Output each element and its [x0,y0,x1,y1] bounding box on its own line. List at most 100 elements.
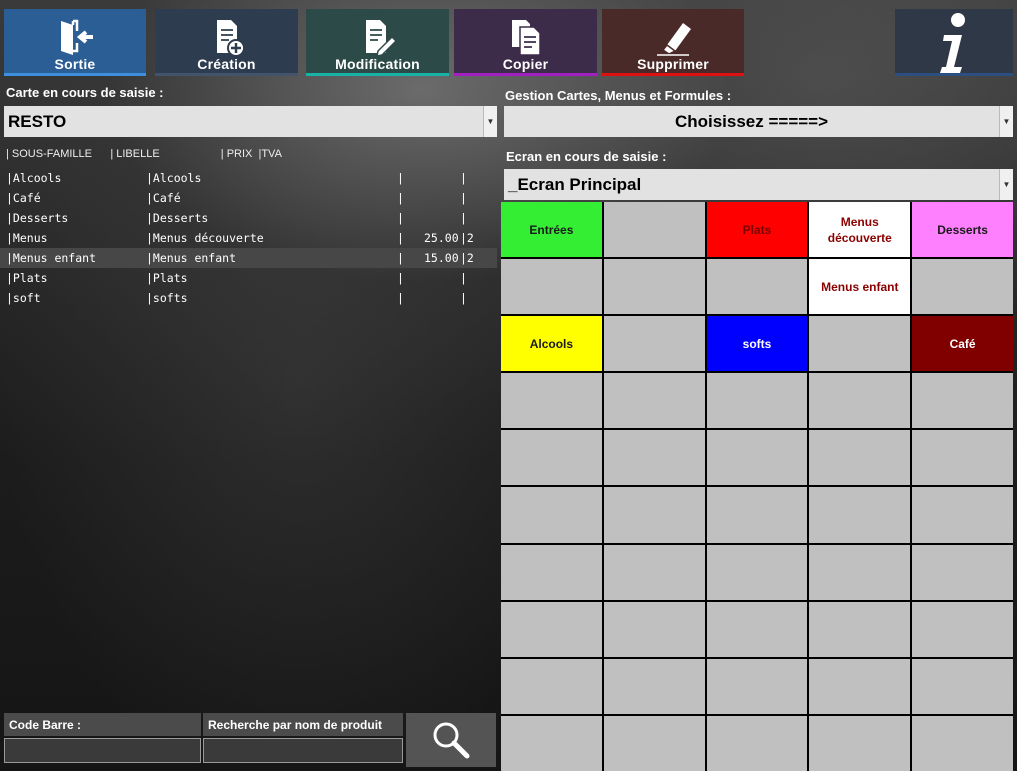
libelle-cell: |Café [146,191,181,205]
grid-cell-empty[interactable] [912,430,1013,486]
grid-cell-empty[interactable] [809,658,911,714]
sous-famille-cell: |Plats [6,271,48,285]
search-button[interactable] [406,713,496,767]
grid-cell-empty[interactable] [706,601,808,657]
grid-cell-empty[interactable] [603,658,705,714]
grid-button[interactable]: Desserts [912,202,1013,258]
product-list: |Alcools |Alcools | | |Café |Café | | |Desserts |… [0,168,497,308]
grid-cell-empty[interactable] [706,658,808,714]
grid-cell-empty[interactable] [912,259,1013,315]
grid-cell-empty[interactable] [603,601,705,657]
libelle-cell: |Menus enfant [146,251,237,265]
table-row[interactable]: |Menus |Menus découverte | 25.00 |2 [0,228,497,248]
chevron-down-icon[interactable]: ▼ [999,106,1013,137]
separator-cell: | [397,211,404,225]
grid-cell-empty[interactable] [501,373,602,429]
grid-cell-empty[interactable] [501,715,602,771]
grid-cell-empty[interactable] [501,601,602,657]
grid-cell-empty[interactable] [501,658,602,714]
grid-cell-empty[interactable] [603,715,705,771]
grid-cell-empty[interactable] [809,715,911,771]
sous-famille-cell: |Café [6,191,41,205]
grid-cell-empty[interactable] [603,259,705,315]
separator-cell: | [397,251,404,265]
copier-button[interactable]: Copier [454,9,597,76]
grid-button[interactable]: Alcools [501,316,602,372]
ecran-select[interactable]: _Ecran Principal ▼ [504,169,1013,200]
grid-cell-empty[interactable] [603,544,705,600]
grid-cell-empty[interactable] [603,373,705,429]
tva-cell: | [460,191,467,205]
supprimer-accent-bar [602,73,744,76]
info-icon [932,11,976,82]
grid-cell-empty[interactable] [501,430,602,486]
tva-cell: | [460,291,467,305]
grid-cell-empty[interactable] [912,544,1013,600]
sous-famille-cell: |Menus enfant [6,251,97,265]
table-row[interactable]: |Alcools |Alcools | | [0,168,497,188]
carte-value: RESTO [8,111,67,131]
modification-button[interactable]: Modification [306,9,449,76]
ecran-value: _Ecran Principal [508,174,642,194]
grid-cell-empty[interactable] [603,430,705,486]
copier-accent-bar [454,73,597,76]
gestion-select[interactable]: Choisissez =====> ▼ [504,106,1013,137]
code-barre-field: Code Barre : [4,713,201,767]
sortie-accent-bar [4,73,146,76]
grid-cell-empty[interactable] [809,430,911,486]
grid-cell-empty[interactable] [912,487,1013,543]
grid-cell-empty[interactable] [912,373,1013,429]
sous-famille-cell: |Menus [6,231,48,245]
creation-button[interactable]: Création [155,9,298,76]
grid-button[interactable]: Menus découverte [809,202,911,258]
exit-door-icon [55,17,95,62]
table-row[interactable]: |Desserts |Desserts | | [0,208,497,228]
grid-cell-empty[interactable] [809,487,911,543]
info-button[interactable] [895,9,1013,76]
grid-button[interactable]: Plats [706,202,808,258]
sous-famille-cell: |Alcools [6,171,62,185]
gestion-value: Choisissez =====> [674,111,829,131]
grid-button[interactable]: softs [706,316,808,372]
recherche-input[interactable] [203,738,403,763]
copy-icon [506,17,546,62]
libelle-cell: |Menus découverte [146,231,264,245]
grid-cell-empty[interactable] [809,544,911,600]
recherche-label: Recherche par nom de produit [203,713,403,736]
grid-cell-empty[interactable] [501,544,602,600]
grid-cell-empty[interactable] [706,715,808,771]
grid-cell-empty[interactable] [706,259,808,315]
supprimer-button[interactable]: Supprimer [602,9,744,76]
prix-cell: 25.00 [424,231,459,245]
code-barre-input[interactable] [4,738,201,763]
grid-cell-empty[interactable] [809,316,911,372]
grid-cell-empty[interactable] [706,430,808,486]
grid-cell-empty[interactable] [809,601,911,657]
separator-cell: | [397,171,404,185]
grid-cell-empty[interactable] [603,316,705,372]
table-row[interactable]: |Menus enfant |Menus enfant | 15.00 |2 [0,248,497,268]
tva-cell: | [460,271,467,285]
grid-cell-empty[interactable] [706,487,808,543]
grid-cell-empty[interactable] [706,544,808,600]
chevron-down-icon[interactable]: ▼ [483,106,497,137]
grid-cell-empty[interactable] [912,715,1013,771]
grid-button[interactable]: Café [912,316,1013,372]
grid-cell-empty[interactable] [912,601,1013,657]
table-row[interactable]: |Café |Café | | [0,188,497,208]
sortie-button[interactable]: Sortie [4,9,146,76]
separator-cell: | [397,291,404,305]
grid-cell-empty[interactable] [501,487,602,543]
grid-cell-empty[interactable] [603,202,705,258]
table-row[interactable]: |soft |softs | | [0,288,497,308]
grid-button[interactable]: Menus enfant [809,259,911,315]
table-row[interactable]: |Plats |Plats | | [0,268,497,288]
chevron-down-icon[interactable]: ▼ [999,169,1013,200]
grid-cell-empty[interactable] [809,373,911,429]
grid-cell-empty[interactable] [501,259,602,315]
grid-cell-empty[interactable] [706,373,808,429]
grid-button[interactable]: Entrées [501,202,602,258]
grid-cell-empty[interactable] [603,487,705,543]
carte-select[interactable]: RESTO ▼ [4,106,497,137]
grid-cell-empty[interactable] [912,658,1013,714]
